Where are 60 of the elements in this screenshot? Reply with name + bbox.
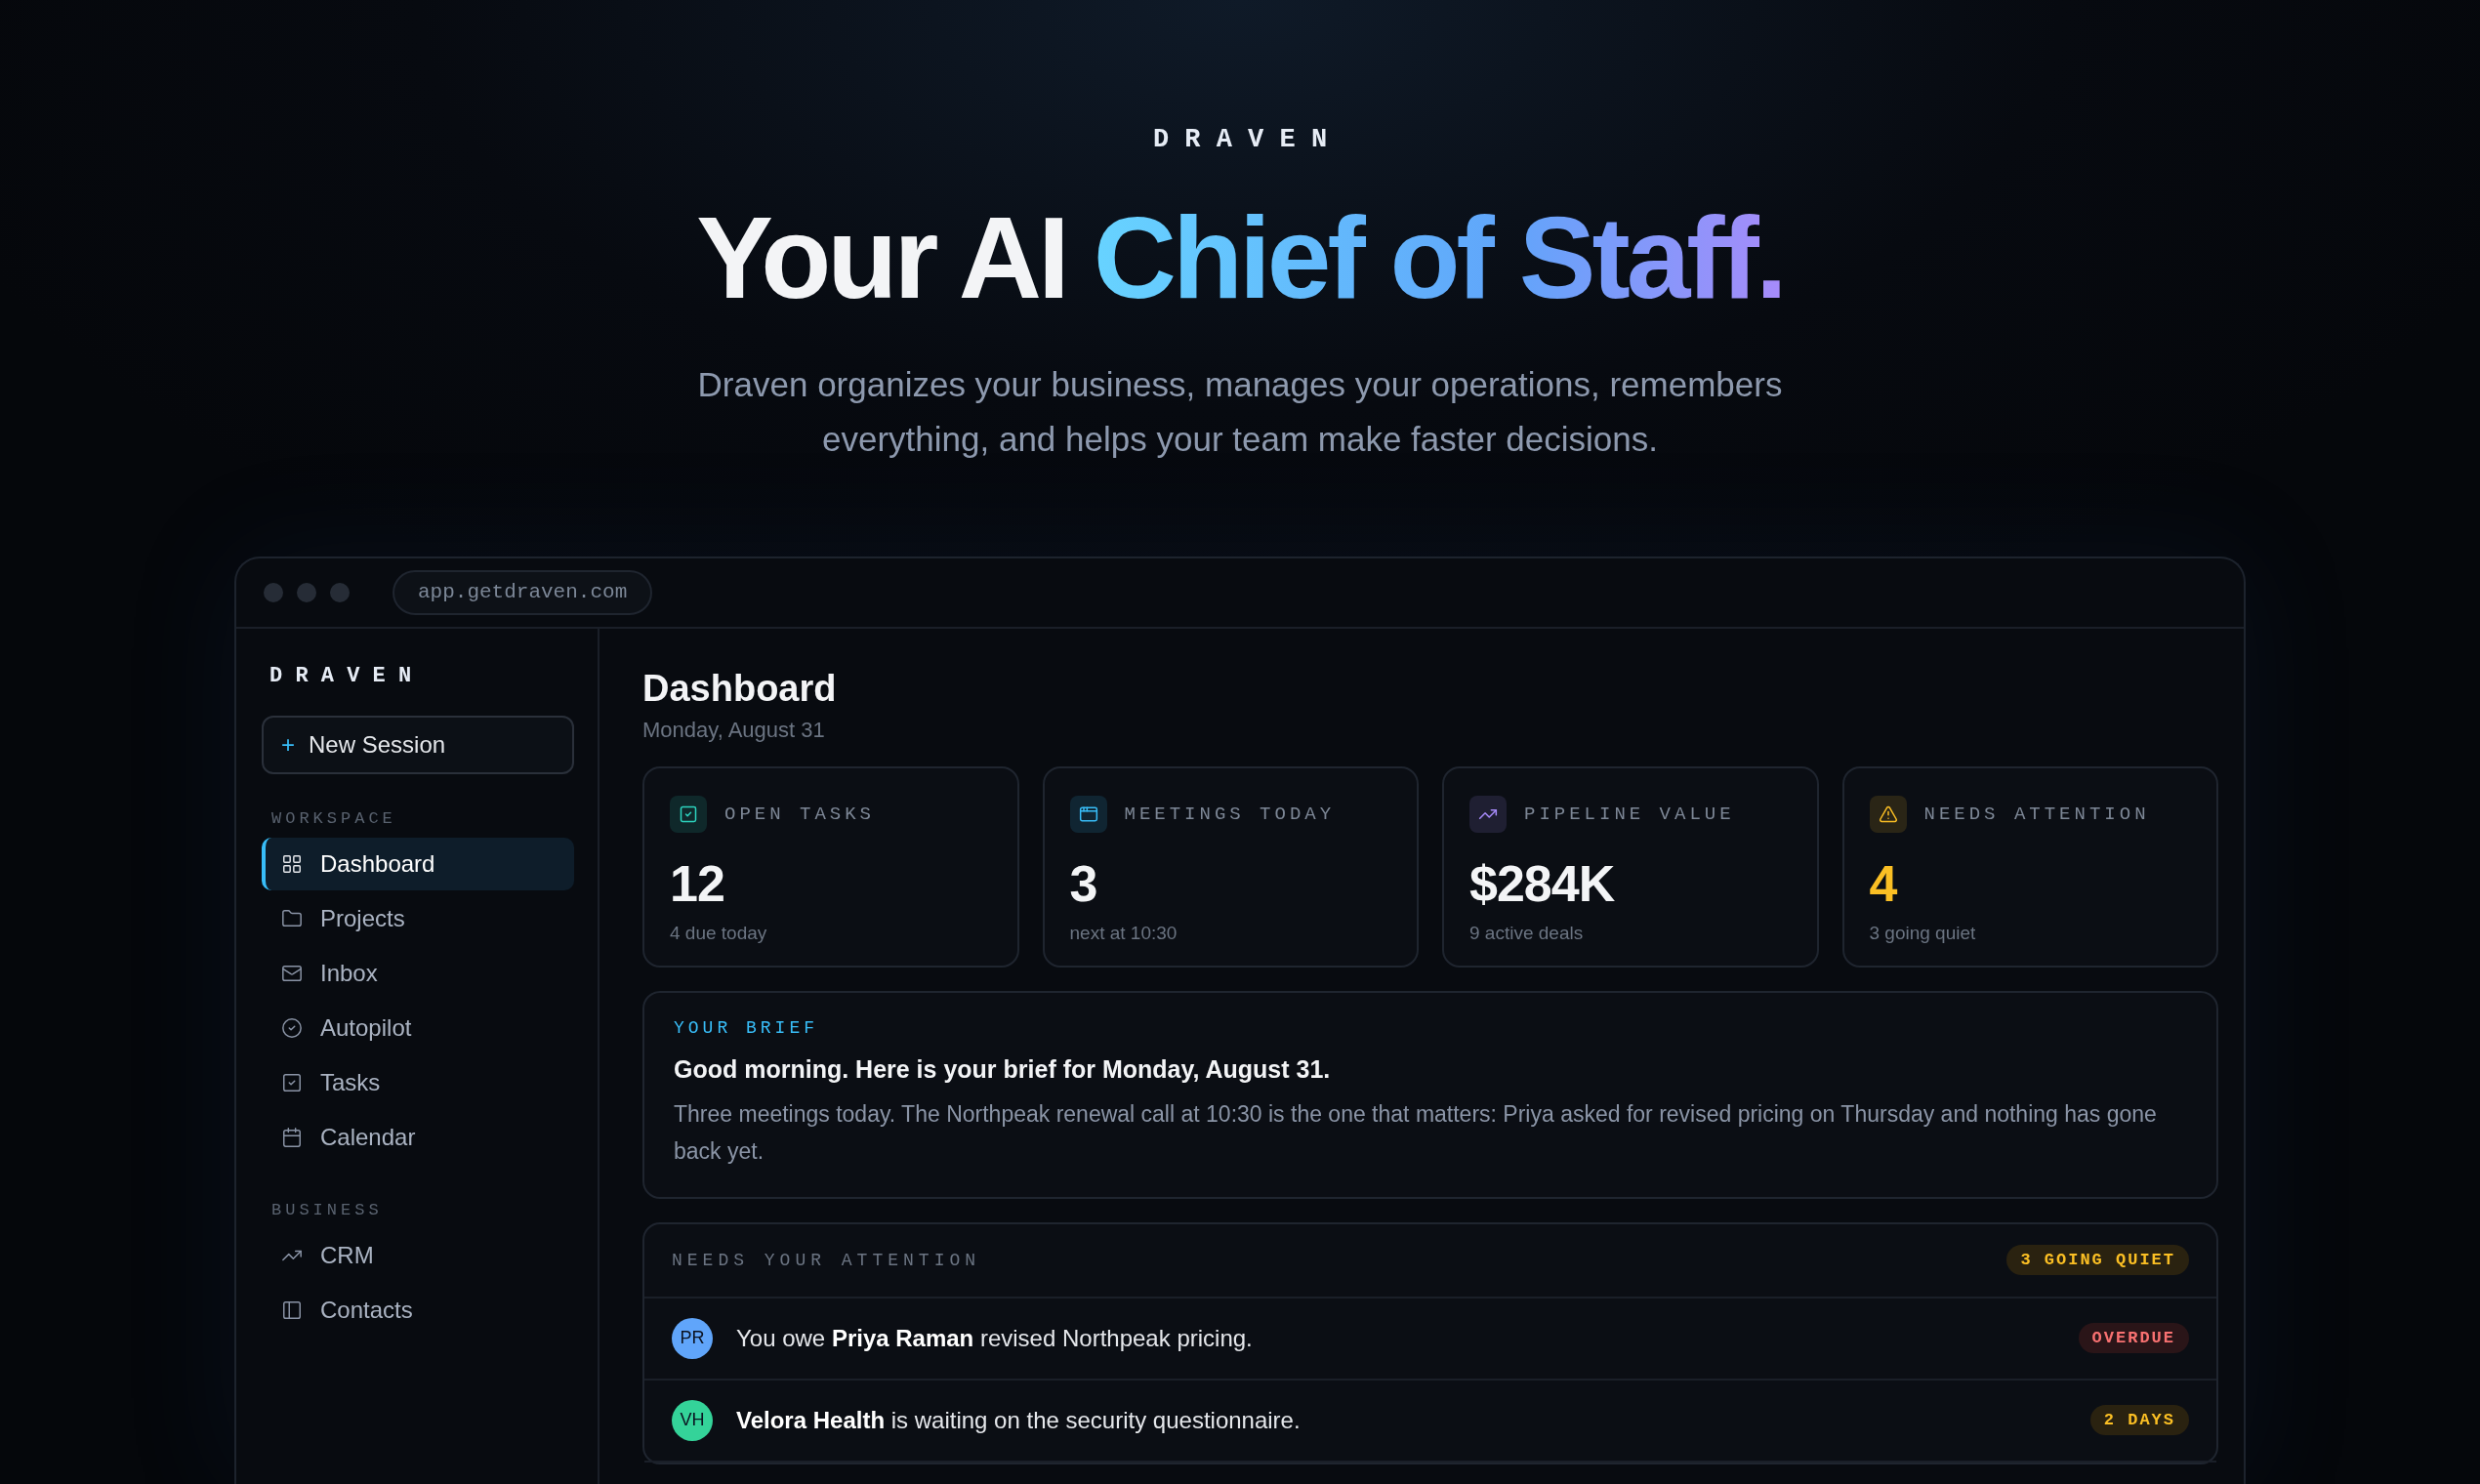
stat-note: 3 going quiet bbox=[1869, 922, 1977, 944]
section-heading: BUSINESS bbox=[271, 1200, 384, 1219]
nav-label: Contacts bbox=[320, 1296, 413, 1324]
stat-label: PIPELINE VALUE bbox=[1524, 803, 1735, 825]
page-title: Dashboard bbox=[642, 667, 838, 710]
url-field[interactable]: app.getdraven.com bbox=[393, 569, 653, 615]
nav-label: Projects bbox=[320, 904, 405, 932]
nav-label: CRM bbox=[320, 1241, 374, 1269]
status-tag: 2 DAYS bbox=[2089, 1405, 2189, 1436]
nav-label: Calendar bbox=[320, 1123, 416, 1151]
section-heading: WORKSPACE bbox=[271, 808, 397, 828]
window-dot-icon bbox=[264, 582, 283, 602]
stat-value: 3 bbox=[1069, 853, 1098, 913]
sidebar-logo: D R A V E N bbox=[269, 663, 413, 688]
brand-logo: D R A V E N bbox=[1152, 125, 1328, 154]
window-dot-icon bbox=[330, 582, 350, 602]
nav-label: Tasks bbox=[320, 1068, 381, 1096]
nav-item[interactable]: Projects bbox=[262, 891, 574, 945]
headline: Your AI bbox=[696, 195, 1066, 322]
stat-label: NEEDS ATTENTION bbox=[1923, 803, 2150, 825]
avatar: VH bbox=[672, 1399, 713, 1441]
status-tag: OVERDUE bbox=[2078, 1323, 2189, 1354]
nav-item[interactable]: Tasks bbox=[262, 1055, 574, 1109]
stat-note: 9 active deals bbox=[1469, 922, 1585, 944]
panel-icon bbox=[281, 1298, 303, 1321]
stat-note: next at 10:30 bbox=[1069, 922, 1178, 944]
stat-label: MEETINGS TODAY bbox=[1124, 803, 1336, 825]
checkbox-icon bbox=[281, 1071, 303, 1093]
brief-heading: Good morning. Here is your brief for Monday, August 31. bbox=[674, 1054, 1332, 1084]
new-session-button[interactable]: + New Session bbox=[262, 715, 574, 774]
avatar: PR bbox=[672, 1317, 713, 1359]
date-label: Monday, August 31 bbox=[642, 717, 826, 743]
brief-text: Three meetings today. The Northpeak renewal call at 10:30 is the one that matters: Priya asked for revised pricing on Thursday and nothing has gone back yet. bbox=[674, 1099, 2158, 1166]
grid-icon bbox=[281, 852, 303, 875]
stat-note: 4 due today bbox=[670, 922, 768, 944]
window-dot-icon bbox=[297, 582, 316, 602]
brief-label: YOUR BRIEF bbox=[674, 1017, 820, 1038]
stat-label: OPEN TASKS bbox=[724, 803, 876, 825]
stat-value: 12 bbox=[670, 853, 725, 913]
nav-label: Inbox bbox=[320, 959, 378, 987]
going-quiet-badge: 3 GOING QUIET bbox=[2006, 1245, 2189, 1276]
attention-text: Velora Health is waiting on the security questionnaire. bbox=[736, 1406, 1302, 1434]
calendar-icon bbox=[281, 1126, 303, 1148]
folder-icon bbox=[281, 907, 303, 929]
nav-item[interactable]: CRM bbox=[262, 1228, 574, 1282]
subtitle: Draven organizes your business, manages your operations, remembers everything, and helps your team make faster decisions. bbox=[696, 363, 1784, 460]
attention-row[interactable]: PR You owe Priya Raman revised Northpeak pricing. OVERDUE bbox=[644, 1298, 2216, 1381]
nav-item[interactable]: Calendar bbox=[262, 1110, 574, 1164]
nav-item[interactable]: Contacts bbox=[262, 1283, 574, 1337]
nav-label: Autopilot bbox=[320, 1013, 412, 1042]
stat-value: $284K bbox=[1469, 853, 1616, 913]
nav-item[interactable]: Dashboard bbox=[262, 837, 574, 890]
nav-item[interactable]: Autopilot bbox=[262, 1001, 574, 1054]
attention-row[interactable]: VH Velora Health is waiting on the security questionnaire. 2 DAYS bbox=[644, 1380, 2216, 1463]
attention-text: You owe Priya Raman revised Northpeak pricing. bbox=[736, 1324, 1254, 1352]
nav-item[interactable]: Inbox bbox=[262, 946, 574, 1000]
attention-title: NEEDS YOUR ATTENTION bbox=[672, 1250, 981, 1270]
circle-check-icon bbox=[281, 1016, 303, 1039]
stat-value: 4 bbox=[1869, 853, 1898, 913]
nav-label: Dashboard bbox=[320, 849, 435, 878]
